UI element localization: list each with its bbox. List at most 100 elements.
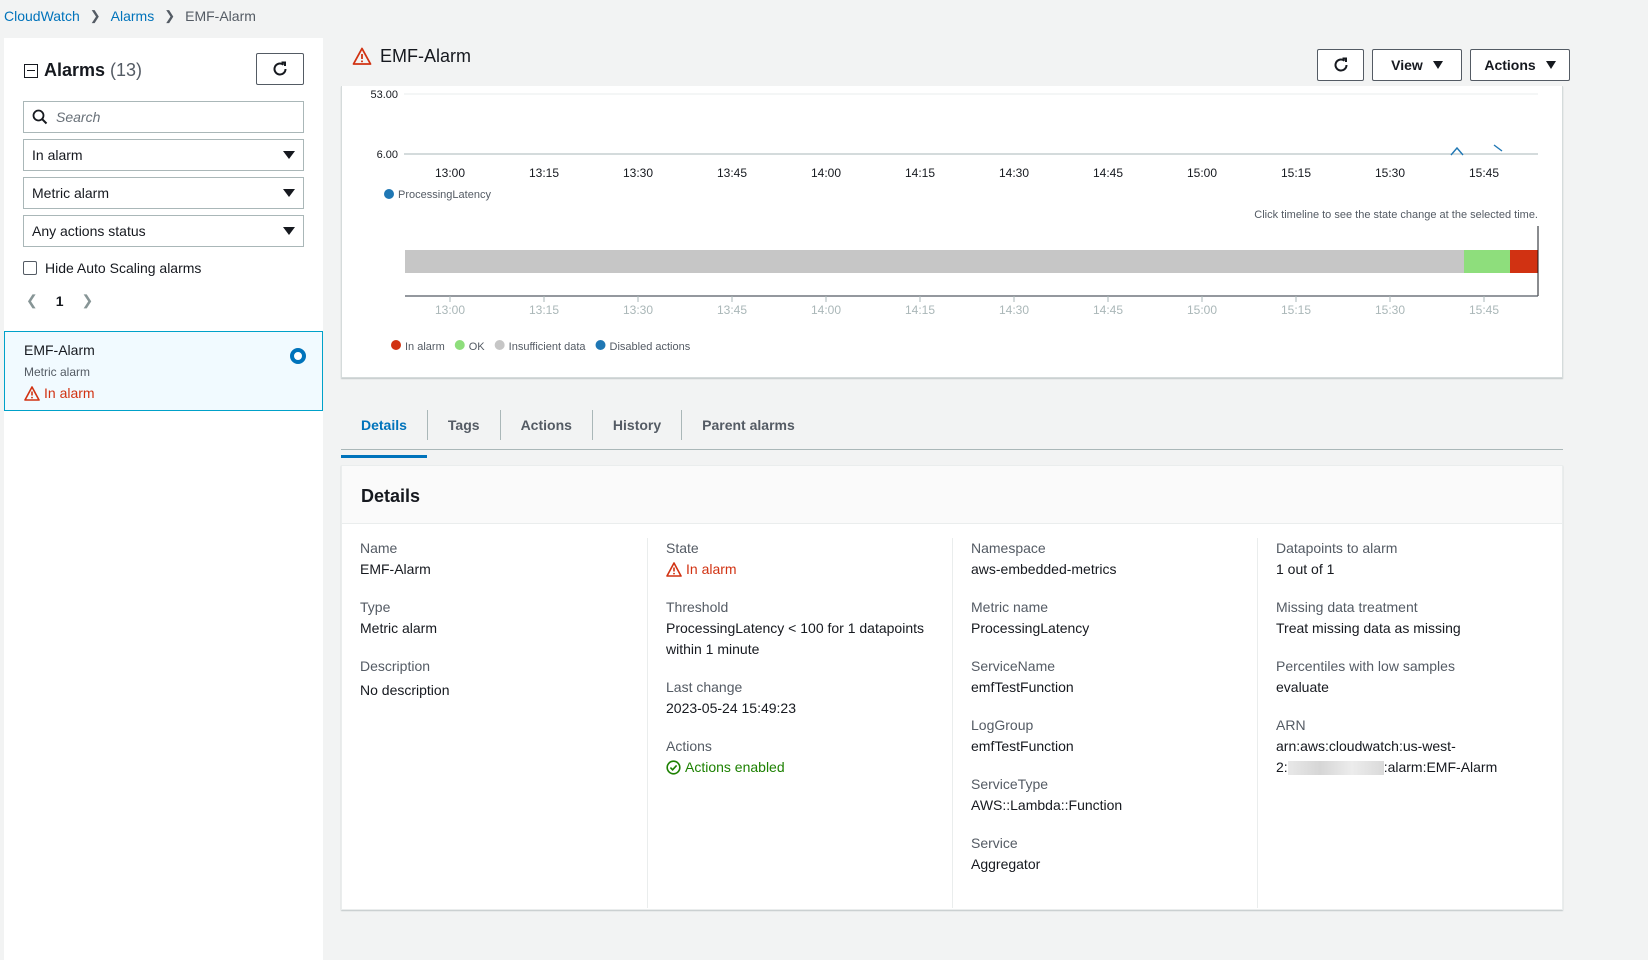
timeline-tick-label: 14:00	[811, 303, 841, 317]
page-number[interactable]: 1	[56, 293, 64, 309]
arn-value-line2: 2: :alarm:EMF-Alarm	[1276, 757, 1562, 778]
collapse-icon[interactable]	[24, 63, 38, 78]
metric-graph[interactable]: 53.00 6.00 13:00 13:15 13:30 13:45 14:00 14:15 1…	[342, 86, 1562, 378]
tab-actions[interactable]: Actions	[499, 409, 592, 440]
x-tick-label: 13:45	[717, 166, 747, 180]
arn-alarm-suffix: :alarm:EMF-Alarm	[1383, 759, 1498, 775]
tab-tags[interactable]: Tags	[426, 409, 500, 440]
x-tick-label: 14:45	[1093, 166, 1123, 180]
refresh-icon	[273, 61, 287, 76]
hide-autoscaling-row: Hide Auto Scaling alarms	[23, 260, 201, 276]
type-filter-select[interactable]: Metric alarm	[23, 177, 304, 209]
caret-down-icon	[283, 189, 295, 197]
timeline-segment-insufficient	[405, 250, 1464, 273]
log-group-key: LogGroup	[971, 717, 1034, 733]
name-value: EMF-Alarm	[360, 561, 431, 577]
percentiles-key: Percentiles with low samples	[1276, 658, 1455, 674]
alarm-select-radio[interactable]	[290, 348, 306, 364]
tab-parent-alarms[interactable]: Parent alarms	[681, 409, 815, 440]
tab-history[interactable]: History	[591, 409, 681, 440]
timeline-legend-label: OK	[469, 341, 486, 353]
arn-key: ARN	[1276, 717, 1306, 733]
timeline-segment-in-alarm	[1510, 250, 1538, 273]
series-line-processinglatency	[1493, 144, 1503, 152]
name-key: Name	[360, 540, 398, 556]
x-tick-label: 14:30	[999, 166, 1029, 180]
details-column-1: Name EMF-Alarm Type Metric alarm Descripti…	[342, 538, 647, 908]
actions-filter-select[interactable]: Any actions status	[23, 215, 304, 247]
y-tick-label: 53.00	[370, 89, 398, 101]
actions-button[interactable]: Actions	[1470, 49, 1570, 81]
timeline-tick-label: 15:00	[1187, 303, 1217, 317]
hide-autoscaling-label: Hide Auto Scaling alarms	[45, 260, 202, 276]
hide-autoscaling-checkbox[interactable]	[23, 261, 37, 275]
breadcrumb-current: EMF-Alarm	[185, 8, 256, 24]
alarm-item-state: In alarm	[24, 385, 95, 401]
details-column-3: Namespace aws-embedded-metrics Metric nam…	[952, 538, 1257, 908]
next-page-icon[interactable]: ❯	[82, 292, 94, 309]
alarms-title-label: Alarms	[44, 60, 106, 80]
y-tick-label: 6.00	[377, 149, 398, 161]
actions-value: Actions enabled	[666, 757, 952, 778]
search-placeholder: Search	[56, 109, 101, 125]
arn-region-suffix: 2:	[1276, 759, 1288, 775]
x-tick-label: 15:00	[1187, 166, 1217, 180]
legend-label-processinglatency: ProcessingLatency	[398, 189, 491, 201]
timeline-legend-swatch	[494, 340, 505, 350]
breadcrumb: CloudWatch ❯ Alarms ❯ EMF-Alarm	[4, 8, 256, 24]
state-filter-value: In alarm	[32, 147, 83, 163]
datapoints-key: Datapoints to alarm	[1276, 540, 1398, 556]
timeline-tick-label: 13:30	[623, 303, 653, 317]
timeline-tick-label: 15:45	[1469, 303, 1499, 317]
alarms-panel-title: Alarms (13)	[24, 60, 142, 81]
metric-name-value: ProcessingLatency	[971, 620, 1090, 636]
datapoints-value: 1 out of 1	[1276, 561, 1335, 577]
refresh-button[interactable]	[1317, 49, 1364, 81]
service-name-value: emfTestFunction	[971, 679, 1074, 695]
caret-down-icon	[1432, 61, 1443, 69]
timeline-tick-label: 13:15	[529, 303, 559, 317]
missing-data-value: Treat missing data as missing	[1276, 620, 1461, 636]
state-filter-select[interactable]: In alarm	[23, 139, 304, 171]
log-group-value: emfTestFunction	[971, 738, 1074, 754]
timeline-tick-label: 13:00	[435, 303, 465, 317]
warning-icon	[666, 562, 682, 577]
view-button[interactable]: View	[1372, 49, 1462, 81]
actions-filter-value: Any actions status	[32, 223, 146, 239]
state-value: In alarm	[666, 559, 952, 580]
timeline-legend-swatch	[454, 340, 465, 350]
x-tick-label: 15:30	[1375, 166, 1405, 180]
timeline-tick-label: 15:30	[1375, 303, 1405, 317]
warning-icon	[24, 385, 40, 401]
threshold-key: Threshold	[666, 599, 729, 615]
x-tick-label: 13:30	[623, 166, 653, 180]
actions-button-label: Actions	[1484, 57, 1536, 73]
arn-value-line1: arn:aws:cloudwatch:us-west-	[1276, 738, 1456, 754]
alarms-count: (13)	[110, 60, 143, 80]
tab-details[interactable]: Details	[341, 410, 427, 458]
caret-down-icon	[283, 227, 295, 235]
timeline-legend-label: Insufficient data	[509, 341, 587, 353]
details-column-2: State In alarm Threshold ProcessingLaten…	[647, 538, 952, 908]
actions-key: Actions	[666, 738, 712, 754]
namespace-key: Namespace	[971, 540, 1046, 556]
threshold-value-line2: within 1 minute	[666, 641, 760, 657]
timeline-tick-label: 14:30	[999, 303, 1029, 317]
timeline-legend-label: Disabled actions	[610, 341, 691, 353]
x-tick-label: 14:00	[811, 166, 841, 180]
search-input[interactable]: Search	[23, 101, 304, 133]
x-tick-label: 13:00	[435, 166, 465, 180]
caret-down-icon	[1545, 61, 1556, 69]
prev-page-icon[interactable]: ❮	[26, 292, 38, 309]
last-change-key: Last change	[666, 679, 743, 695]
details-column-4: Datapoints to alarm 1 out of 1 Missing da…	[1257, 538, 1562, 908]
actions-value-label: Actions enabled	[685, 759, 785, 775]
breadcrumb-cloudwatch-link[interactable]: CloudWatch	[4, 8, 80, 24]
timeline-legend-swatch	[391, 340, 401, 350]
timeline-tick-label: 14:45	[1093, 303, 1123, 317]
chevron-right-icon: ❯	[89, 8, 101, 23]
alarm-list-item[interactable]: EMF-Alarm Metric alarm In alarm	[4, 331, 323, 411]
type-value: Metric alarm	[360, 620, 438, 636]
refresh-alarms-button[interactable]	[256, 53, 304, 85]
breadcrumb-alarms-link[interactable]: Alarms	[111, 8, 155, 24]
